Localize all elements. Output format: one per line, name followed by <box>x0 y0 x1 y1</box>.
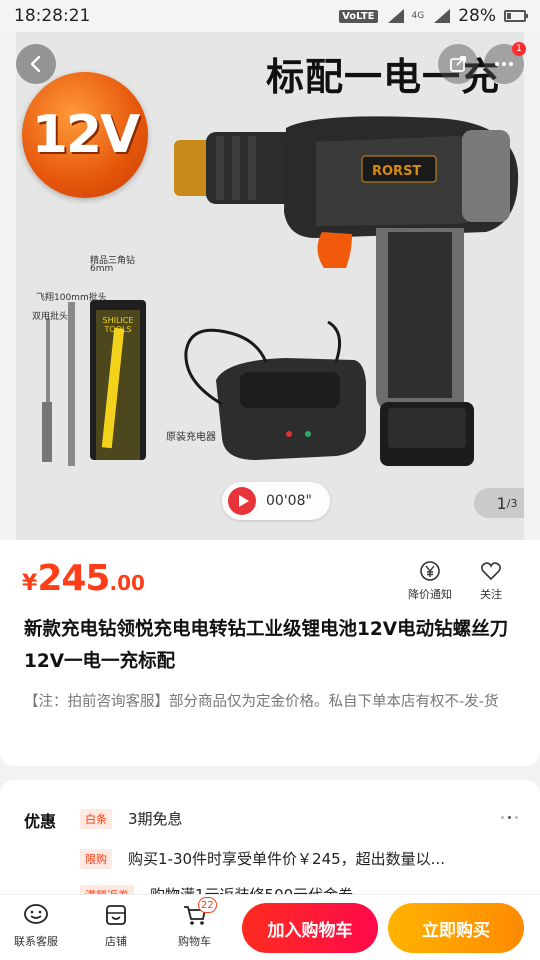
more-dots-icon[interactable] <box>501 816 518 819</box>
signal-icon <box>386 9 404 23</box>
play-icon <box>228 487 256 515</box>
follow-button[interactable]: 关注 <box>480 560 502 602</box>
share-button[interactable] <box>438 44 478 84</box>
promotion-tag: 限购 <box>80 848 112 869</box>
voltage-badge: 12V <box>22 72 148 198</box>
promotion-tag: 白条 <box>80 808 112 829</box>
bottom-action-bar: 联系客服 店铺 购物车 22 加入购物车 立即购买 <box>0 894 540 960</box>
yen-circle-icon <box>420 561 440 581</box>
status-bar: 18:28:21 VoLTE 4G 28% <box>0 0 540 32</box>
cart-button[interactable]: 购物车 22 <box>178 897 217 949</box>
cart-count-badge: 22 <box>198 897 217 913</box>
product-title: 新款充电钻领悦充电电转钻工业级锂电池12V电动钻螺丝刀 12V一电一充标配 <box>24 619 509 672</box>
product-note: 【注：拍前咨询客服】部分商品仅为定金价格。私自下单本店有权不-发-货 <box>24 694 499 710</box>
promotion-heading: 优惠 <box>24 812 57 831</box>
more-button[interactable]: 1 <box>484 42 526 84</box>
notification-badge: 1 <box>512 42 526 56</box>
price-drop-notify-button[interactable]: 降价通知 <box>408 560 452 602</box>
add-to-cart-button[interactable]: 加入购物车 <box>242 903 378 953</box>
customer-service-button[interactable]: 联系客服 <box>14 903 58 949</box>
promotion-text: 购买1-30件时享受单件价￥245，超出数量以... <box>128 850 445 868</box>
promotion-text: 3期免息 <box>128 810 183 828</box>
promotion-row[interactable]: 白条 3期免息 <box>80 808 183 829</box>
buy-now-button[interactable]: 立即购买 <box>388 903 524 953</box>
chat-icon <box>24 904 48 924</box>
battery-percent: 28% <box>458 6 496 26</box>
image-page-indicator: 1/3 <box>474 488 524 518</box>
double-bit-label: 双用批头 <box>32 312 69 322</box>
chevron-left-icon <box>30 55 41 73</box>
volte-icon: VoLTE <box>339 9 378 23</box>
product-image-carousel[interactable]: 12V 标配一电一充 RORST 精品三角钻 6mm 飞翔100mm批头 双用批… <box>16 32 524 540</box>
heart-icon <box>481 562 501 581</box>
product-info-card: ¥ 245 .00 降价通知 关注 新款充电钻领悦充电电转钻工业级锂电池12V电… <box>0 540 540 766</box>
battery-icon <box>504 10 528 22</box>
status-time: 18:28:21 <box>14 6 91 26</box>
video-play-button[interactable]: 00'08" <box>222 482 330 520</box>
more-dots-icon <box>495 62 513 66</box>
promotion-row[interactable]: 限购 购买1-30件时享受单件价￥245，超出数量以... <box>80 848 445 869</box>
share-icon <box>450 56 466 72</box>
shop-button[interactable]: 店铺 <box>104 903 128 949</box>
package-brand: SHILICE TOOLS <box>102 316 134 334</box>
shop-icon <box>106 905 126 925</box>
signal-icon-2 <box>432 9 451 23</box>
bit-size-label: 6mm <box>90 264 114 274</box>
video-duration: 00'08" <box>266 493 312 509</box>
back-button[interactable] <box>16 44 56 84</box>
charger-label: 原装充电器 <box>166 432 216 443</box>
network-type: 4G <box>411 11 425 21</box>
price: ¥ 245 .00 <box>22 558 145 599</box>
drill-brand: RORST <box>372 164 422 179</box>
fly-bit-label: 飞翔100mm批头 <box>36 293 107 303</box>
